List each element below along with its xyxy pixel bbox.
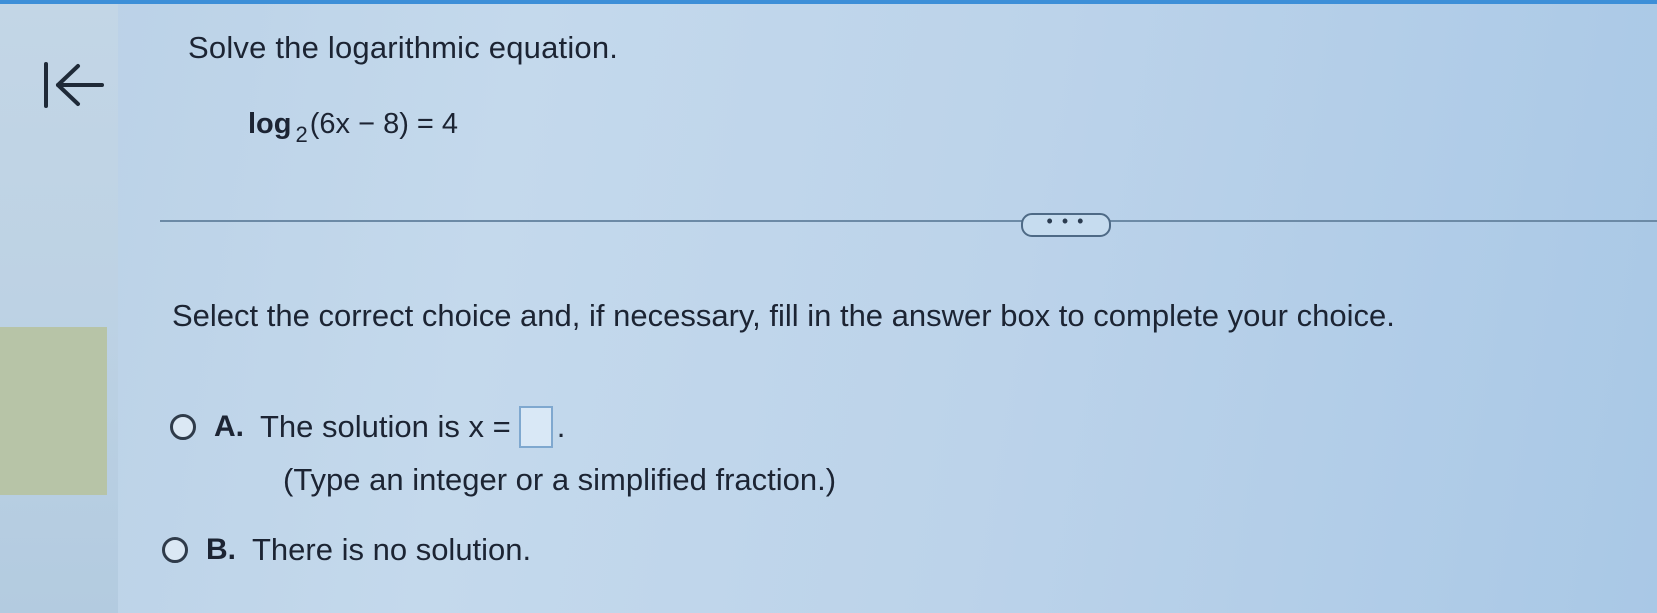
choice-b[interactable]: B. There is no solution. bbox=[162, 532, 531, 568]
first-page-arrow-icon[interactable] bbox=[40, 58, 110, 114]
choice-a-text: The solution is x = . bbox=[260, 406, 565, 448]
choice-a-letter: A. bbox=[214, 410, 244, 443]
choice-a-radio[interactable] bbox=[170, 414, 196, 440]
question-title: Solve the logarithmic equation. bbox=[188, 30, 619, 65]
log-function: log bbox=[248, 108, 292, 140]
more-button[interactable]: • • • bbox=[1021, 212, 1111, 237]
side-tab bbox=[0, 327, 107, 495]
choice-a-period: . bbox=[556, 409, 566, 444]
choice-a-hint: (Type an integer or a simplified fractio… bbox=[283, 462, 837, 497]
section-divider bbox=[160, 220, 1657, 222]
choice-b-letter: B. bbox=[206, 533, 236, 566]
log-base: 2 bbox=[295, 122, 308, 147]
choice-b-radio[interactable] bbox=[162, 537, 188, 563]
top-accent-bar bbox=[0, 0, 1657, 4]
choice-b-text: There is no solution. bbox=[252, 532, 532, 567]
log-argument: (6x − 8) = 4 bbox=[309, 108, 459, 140]
instruction-text: Select the correct choice and, if necess… bbox=[172, 298, 1395, 333]
choice-a[interactable]: A. The solution is x = . bbox=[170, 406, 565, 448]
equation: log 2(6x − 8) = 4 bbox=[248, 108, 459, 147]
choice-a-label: The solution is x = bbox=[260, 409, 511, 444]
answer-input[interactable] bbox=[518, 406, 553, 448]
